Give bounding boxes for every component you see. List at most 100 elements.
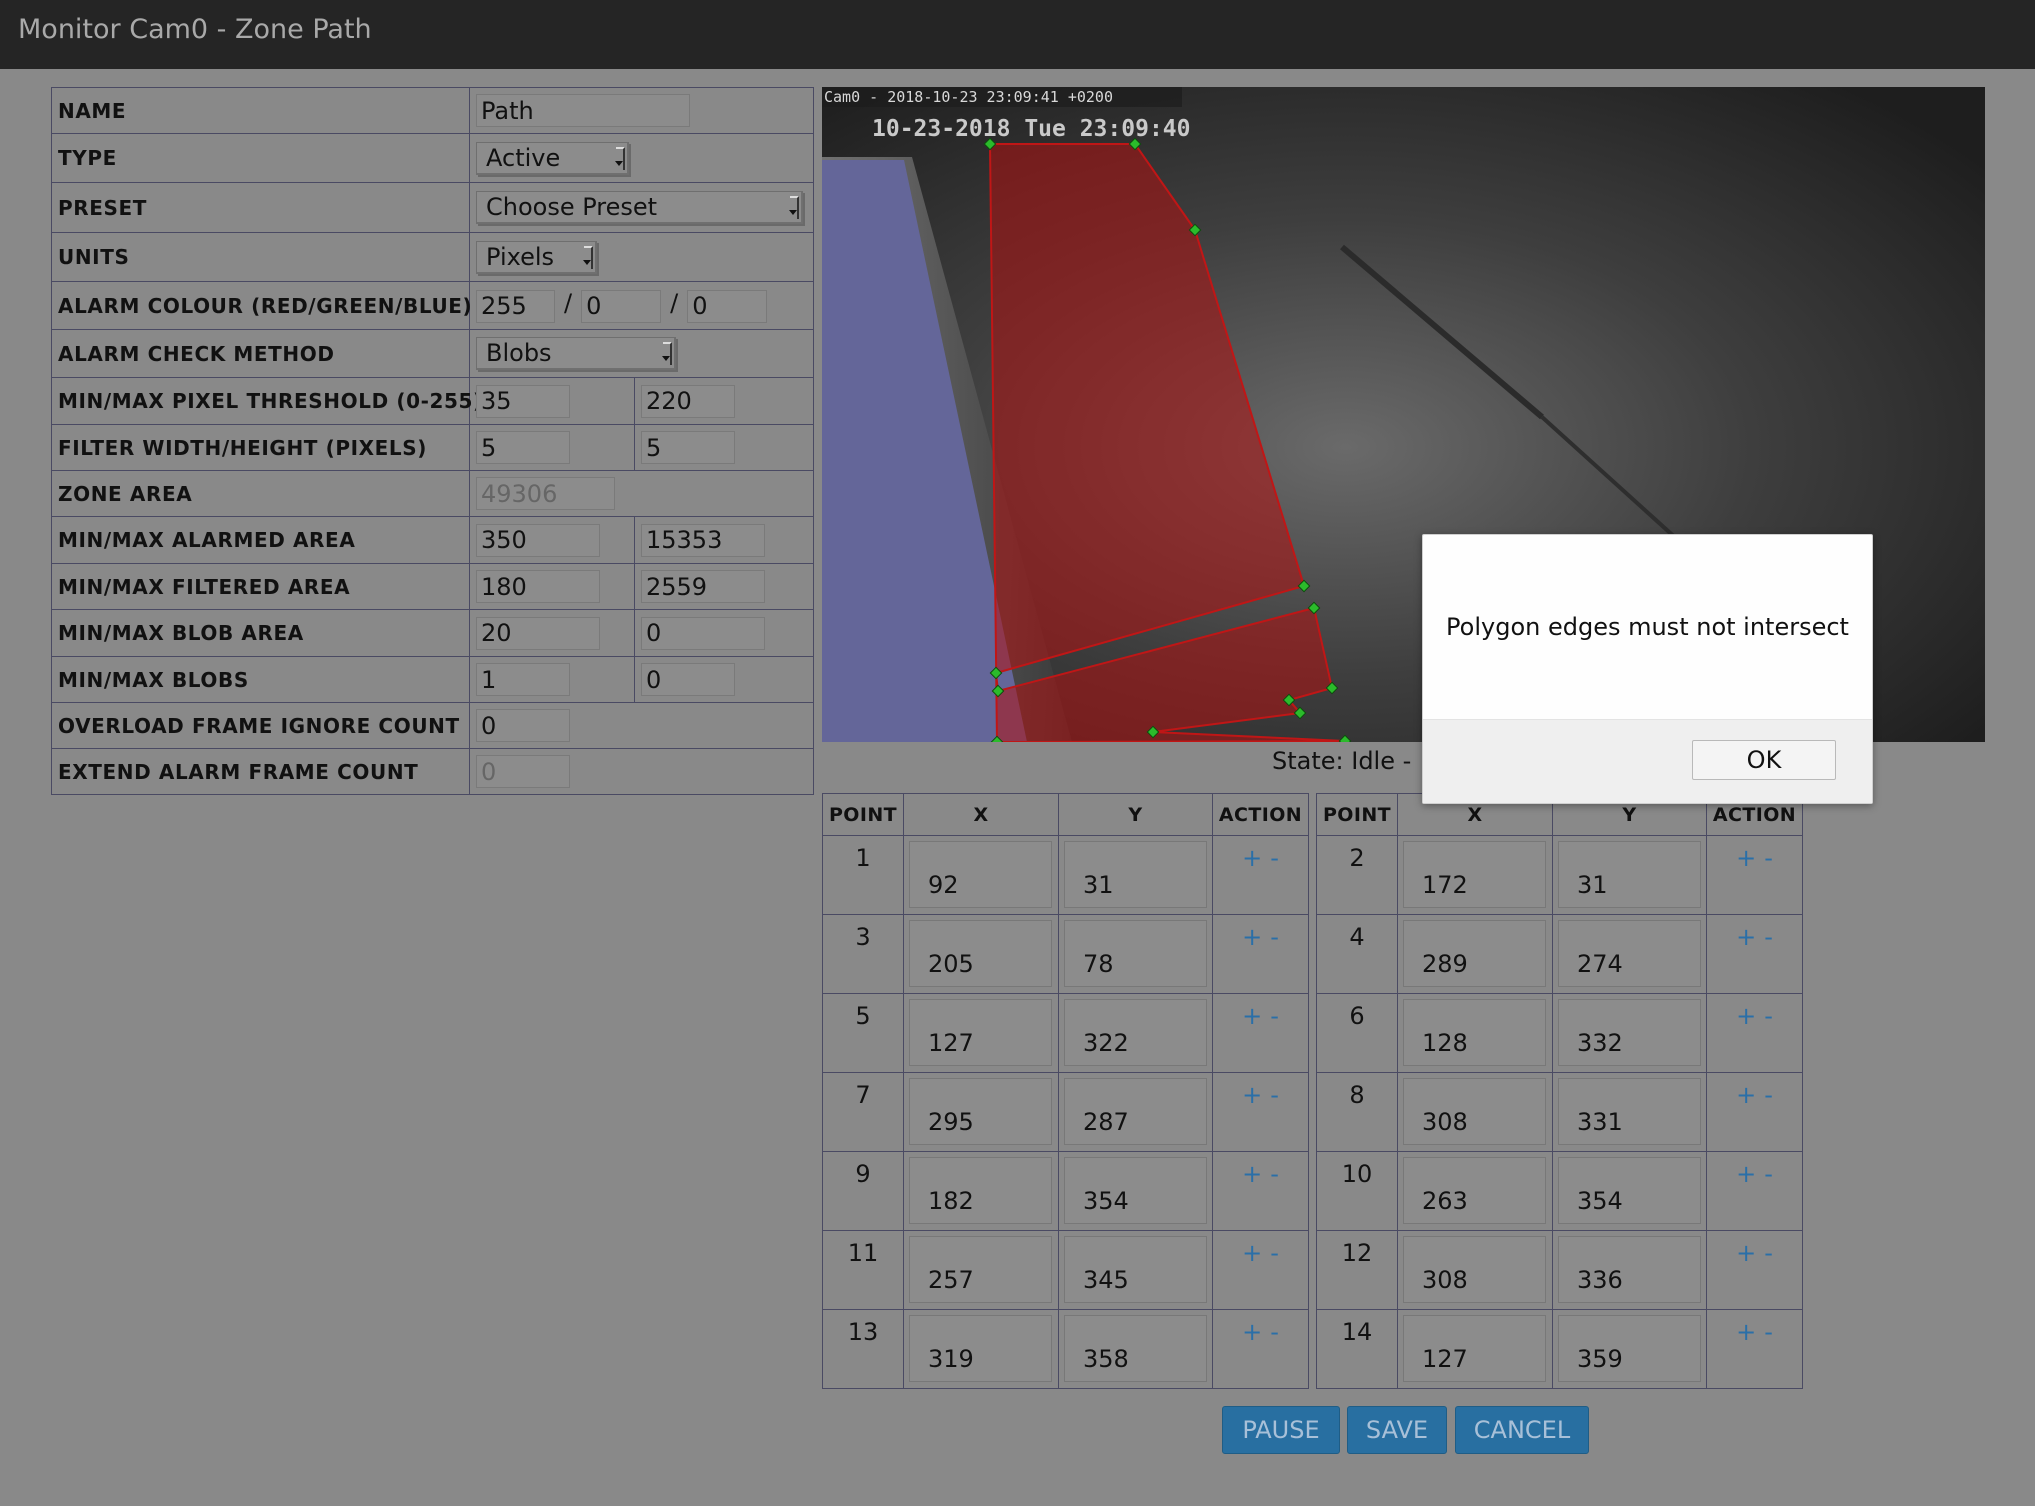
add-point-button[interactable]: +: [1242, 923, 1262, 951]
point-y-input[interactable]: [1064, 999, 1207, 1066]
point-x-input[interactable]: [909, 1315, 1052, 1382]
overload-ignore-input[interactable]: [476, 709, 570, 742]
max-blob-area-input[interactable]: [641, 616, 765, 650]
y-header: Y: [1058, 793, 1213, 836]
remove-point-button[interactable]: -: [1270, 1239, 1279, 1267]
point-x-input[interactable]: [909, 1236, 1052, 1303]
point-x-input[interactable]: [1403, 1078, 1546, 1145]
remove-point-button[interactable]: -: [1764, 1081, 1773, 1109]
min-alarmed-area-input[interactable]: [476, 523, 600, 557]
point-number: 14: [1316, 1309, 1398, 1389]
add-point-button[interactable]: +: [1736, 1160, 1756, 1188]
remove-point-button[interactable]: -: [1270, 1002, 1279, 1030]
remove-point-button[interactable]: -: [1270, 1081, 1279, 1109]
point-y-input[interactable]: [1064, 920, 1207, 987]
add-point-button[interactable]: +: [1242, 1318, 1262, 1346]
pixel-threshold-label: MIN/MAX PIXEL THRESHOLD (0-255): [51, 377, 482, 425]
colour-separator: /: [564, 288, 573, 317]
point-number: 5: [822, 993, 904, 1073]
point-x-input[interactable]: [1403, 1315, 1546, 1382]
remove-point-button[interactable]: -: [1270, 1160, 1279, 1188]
point-y-input[interactable]: [1064, 1078, 1207, 1145]
add-point-button[interactable]: +: [1736, 844, 1756, 872]
point-y-input[interactable]: [1064, 1236, 1207, 1303]
alarm-colour-blue-input[interactable]: [687, 289, 768, 323]
remove-point-button[interactable]: -: [1764, 1002, 1773, 1030]
alarm-check-method-value: Blobs: [486, 339, 552, 367]
point-y-input[interactable]: [1064, 1157, 1207, 1224]
point-x-input[interactable]: [909, 920, 1052, 987]
preset-select[interactable]: Choose Preset: [476, 191, 803, 224]
table-row: 11 +-: [822, 1230, 1309, 1310]
add-point-button[interactable]: +: [1736, 1002, 1756, 1030]
point-header: POINT: [822, 793, 904, 836]
remove-point-button[interactable]: -: [1764, 1160, 1773, 1188]
add-point-button[interactable]: +: [1242, 1081, 1262, 1109]
filter-width-input[interactable]: [476, 431, 570, 464]
table-row: 7 +-: [822, 1072, 1309, 1152]
remove-point-button[interactable]: -: [1764, 844, 1773, 872]
add-point-button[interactable]: +: [1242, 1239, 1262, 1267]
point-header: POINT: [1316, 793, 1398, 836]
point-actions: + -: [1212, 993, 1309, 1073]
point-x-input[interactable]: [909, 1078, 1052, 1145]
zone-name-input[interactable]: [476, 94, 690, 127]
point-x-input[interactable]: [909, 841, 1052, 908]
add-point-button[interactable]: +: [1242, 1002, 1262, 1030]
point-x-input[interactable]: [1403, 841, 1546, 908]
max-pixel-threshold-input[interactable]: [641, 384, 735, 418]
point-x-input[interactable]: [909, 999, 1052, 1066]
point-x-input[interactable]: [1403, 1157, 1546, 1224]
save-button[interactable]: SAVE: [1347, 1406, 1447, 1454]
point-y-input[interactable]: [1558, 999, 1701, 1066]
min-blobs-input[interactable]: [476, 663, 570, 696]
point-y-input[interactable]: [1558, 1157, 1701, 1224]
point-x-input[interactable]: [1403, 999, 1546, 1066]
point-y-input[interactable]: [1064, 841, 1207, 908]
alert-footer: OK: [1423, 719, 1872, 803]
pause-button[interactable]: PAUSE: [1222, 1406, 1340, 1454]
add-point-button[interactable]: +: [1736, 1239, 1756, 1267]
ok-button[interactable]: OK: [1692, 740, 1836, 780]
alarm-colour-green-input[interactable]: [581, 289, 662, 323]
type-select[interactable]: Active: [476, 141, 629, 175]
point-x-input[interactable]: [909, 1157, 1052, 1224]
add-point-button[interactable]: +: [1736, 1318, 1756, 1346]
point-y-input[interactable]: [1064, 1315, 1207, 1382]
max-filtered-area-input[interactable]: [641, 570, 765, 603]
remove-point-button[interactable]: -: [1764, 923, 1773, 951]
alarmed-area-label: MIN/MAX ALARMED AREA: [51, 516, 470, 564]
remove-point-button[interactable]: -: [1764, 1239, 1773, 1267]
remove-point-button[interactable]: -: [1270, 923, 1279, 951]
table-row: 5 +-: [822, 993, 1309, 1073]
max-alarmed-area-input[interactable]: [641, 523, 765, 557]
cancel-button[interactable]: CANCEL: [1455, 1406, 1589, 1454]
max-blobs-input[interactable]: [641, 663, 735, 696]
point-y-input[interactable]: [1558, 1236, 1701, 1303]
min-pixel-threshold-input[interactable]: [476, 384, 570, 418]
alarm-check-method-select[interactable]: Blobs: [476, 337, 676, 370]
remove-point-button[interactable]: -: [1764, 1318, 1773, 1346]
min-filtered-area-input[interactable]: [476, 570, 600, 603]
alarm-colour-red-input[interactable]: [476, 289, 555, 323]
remove-point-button[interactable]: -: [1270, 1318, 1279, 1346]
add-point-button[interactable]: +: [1736, 923, 1756, 951]
point-actions: + -: [1706, 993, 1803, 1073]
point-y-input[interactable]: [1558, 1078, 1701, 1145]
point-x-input[interactable]: [1403, 1236, 1546, 1303]
chevron-down-icon: [662, 342, 672, 365]
min-blob-area-input[interactable]: [476, 616, 600, 650]
point-y-input[interactable]: [1558, 920, 1701, 987]
units-select[interactable]: Pixels: [476, 240, 597, 274]
point-y-input[interactable]: [1558, 841, 1701, 908]
point-x-input[interactable]: [1403, 920, 1546, 987]
filter-height-input[interactable]: [641, 431, 735, 464]
add-point-button[interactable]: +: [1242, 844, 1262, 872]
remove-point-button[interactable]: -: [1270, 844, 1279, 872]
add-point-button[interactable]: +: [1736, 1081, 1756, 1109]
filtered-area-label: MIN/MAX FILTERED AREA: [51, 563, 470, 610]
point-y-input[interactable]: [1558, 1315, 1701, 1382]
table-row: 14 +-: [1316, 1309, 1803, 1389]
chevron-down-icon: [615, 146, 625, 170]
add-point-button[interactable]: +: [1242, 1160, 1262, 1188]
